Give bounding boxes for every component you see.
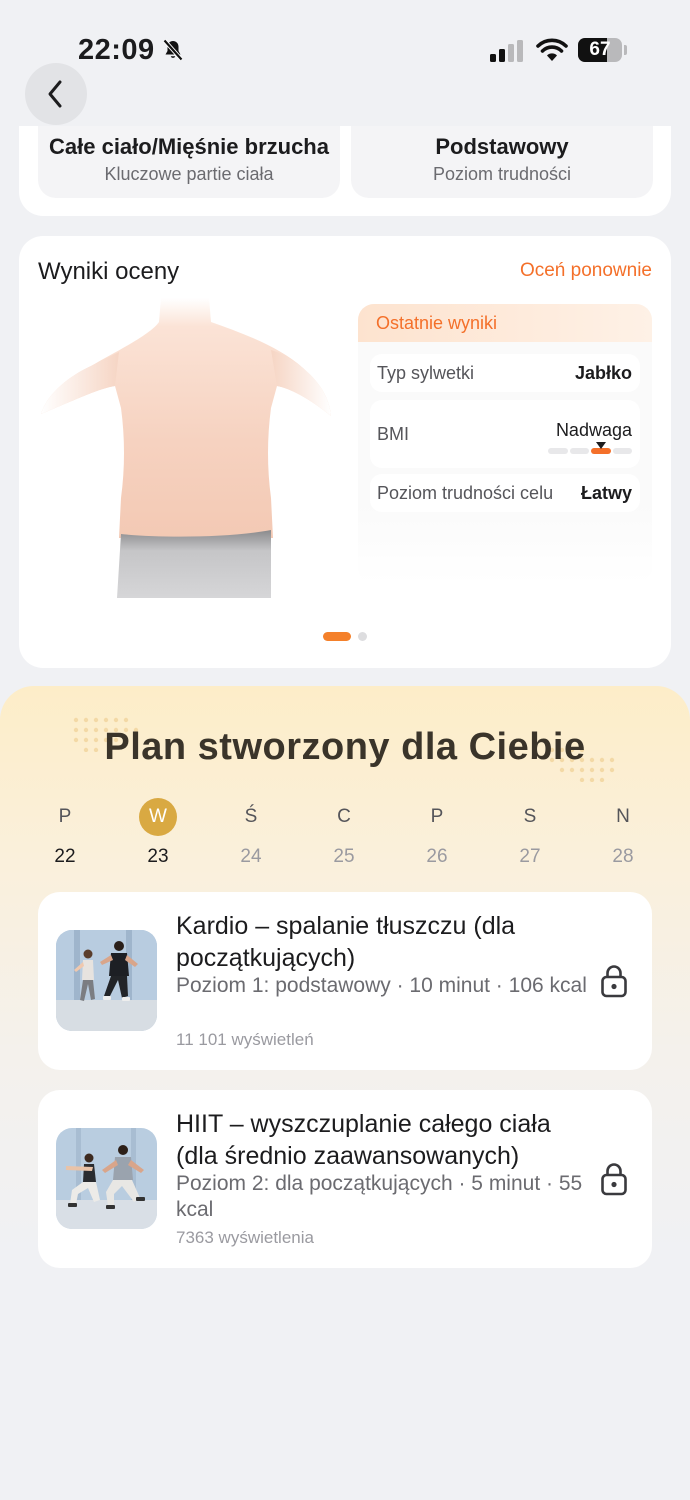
day-number: 22 — [54, 846, 76, 867]
latest-results-panel: Ostatnie wyniki Typ sylwetki Jabłko BMI … — [358, 304, 652, 584]
day-number: 23 — [147, 846, 169, 867]
day-letter: Ś — [244, 806, 258, 827]
day-number: 25 — [333, 846, 355, 867]
page-dot — [358, 632, 367, 641]
day-item[interactable]: C 25 — [314, 798, 374, 868]
status-bar: 22:09 67 — [0, 0, 690, 100]
focus-area-subtitle: Kluczowe partie ciała — [104, 164, 274, 184]
evaluation-card: Wyniki oceny Oceń ponownie Ostatnie wyni… — [19, 236, 671, 668]
workout-views: 11 101 wyświetleń — [176, 1030, 314, 1049]
day-letter: C — [337, 806, 351, 827]
plan-summary-card: Całe ciało/Mięśnie brzucha Kluczowe part… — [19, 126, 671, 216]
goal-difficulty-label: Poziom trudności celu — [377, 483, 554, 503]
focus-area-title: Całe ciało/Mięśnie brzucha — [49, 134, 329, 159]
day-item-selected[interactable]: W 23 — [128, 798, 188, 868]
bell-slash-icon — [163, 39, 183, 61]
day-item[interactable]: Ś 24 — [221, 798, 281, 868]
day-letter: P — [430, 806, 444, 827]
lock-icon — [601, 1163, 627, 1196]
difficulty-title: Podstawowy — [435, 134, 569, 159]
chevron-left-icon — [48, 80, 62, 108]
result-row-goal-difficulty: Poziom trudności celu Łatwy — [370, 474, 640, 512]
bmi-scale — [548, 442, 632, 454]
status-time: 22:09 — [78, 34, 155, 66]
workout-views: 7363 wyświetlenia — [176, 1228, 314, 1247]
battery-tip — [624, 45, 627, 55]
lock-icon — [601, 965, 627, 998]
wifi-icon — [536, 38, 568, 61]
day-number: 26 — [426, 846, 448, 867]
cellular-signal-icon — [490, 40, 523, 62]
battery-icon: 67 — [578, 38, 622, 62]
workout-title: HIIT – wyszczuplanie całego ciała (dla ś… — [176, 1110, 551, 1170]
workout-meta: Poziom 1: podstawowy · 10 minut · 106 kc… — [176, 974, 587, 997]
day-number: 27 — [519, 846, 541, 867]
day-item[interactable]: P 26 — [407, 798, 467, 868]
back-button[interactable] — [25, 63, 87, 125]
body-shape-illustration — [41, 298, 331, 598]
bmi-marker — [595, 442, 606, 449]
day-item[interactable]: N 28 — [593, 798, 653, 868]
workout-thumbnail — [56, 930, 157, 1031]
day-letter: W — [139, 798, 177, 836]
workout-meta: Poziom 2: dla początkujących · 5 minut ·… — [176, 1172, 583, 1221]
body-type-value: Jabłko — [574, 363, 632, 383]
day-number: 28 — [612, 846, 634, 867]
day-letter: S — [523, 806, 537, 827]
focus-area-chip: Całe ciało/Mięśnie brzucha Kluczowe part… — [38, 126, 340, 198]
plan-title: Plan stworzony dla Ciebie — [104, 726, 586, 768]
page-dot-active — [323, 632, 351, 641]
reassess-link[interactable]: Oceń ponownie — [520, 260, 652, 282]
result-row-bmi: BMI Nadwaga — [370, 400, 640, 468]
workout-card[interactable]: Kardio – spalanie tłuszczu (dla początku… — [38, 892, 652, 1070]
day-letter: N — [616, 806, 630, 827]
day-number: 24 — [240, 846, 262, 867]
bmi-label: BMI — [377, 424, 410, 444]
workout-card[interactable]: HIIT – wyszczuplanie całego ciała (dla ś… — [38, 1090, 652, 1268]
bmi-value: Nadwaga — [555, 420, 632, 440]
difficulty-chip: Podstawowy Poziom trudności — [351, 126, 653, 198]
latest-results-header: Ostatnie wyniki — [358, 304, 652, 342]
week-day-selector: P 22 W 23 Ś 24 C 25 P 26 S 27 N 28 — [19, 798, 671, 868]
workout-title: Kardio – spalanie tłuszczu (dla początku… — [176, 912, 516, 972]
bmi-scale-segment — [569, 448, 589, 454]
bmi-scale-segment — [612, 448, 632, 454]
body-type-label: Typ sylwetki — [377, 363, 475, 383]
day-letter: P — [58, 806, 72, 827]
result-row-body-type: Typ sylwetki Jabłko — [370, 354, 640, 392]
day-item[interactable]: P 22 — [35, 798, 95, 868]
evaluation-title: Wyniki oceny — [38, 258, 180, 285]
goal-difficulty-value: Łatwy — [580, 483, 632, 503]
bmi-scale-segment — [548, 448, 568, 454]
battery-percent: 67 — [589, 39, 611, 60]
day-item[interactable]: S 27 — [500, 798, 560, 868]
difficulty-subtitle: Poziom trudności — [432, 164, 572, 184]
workout-thumbnail — [56, 1128, 157, 1229]
